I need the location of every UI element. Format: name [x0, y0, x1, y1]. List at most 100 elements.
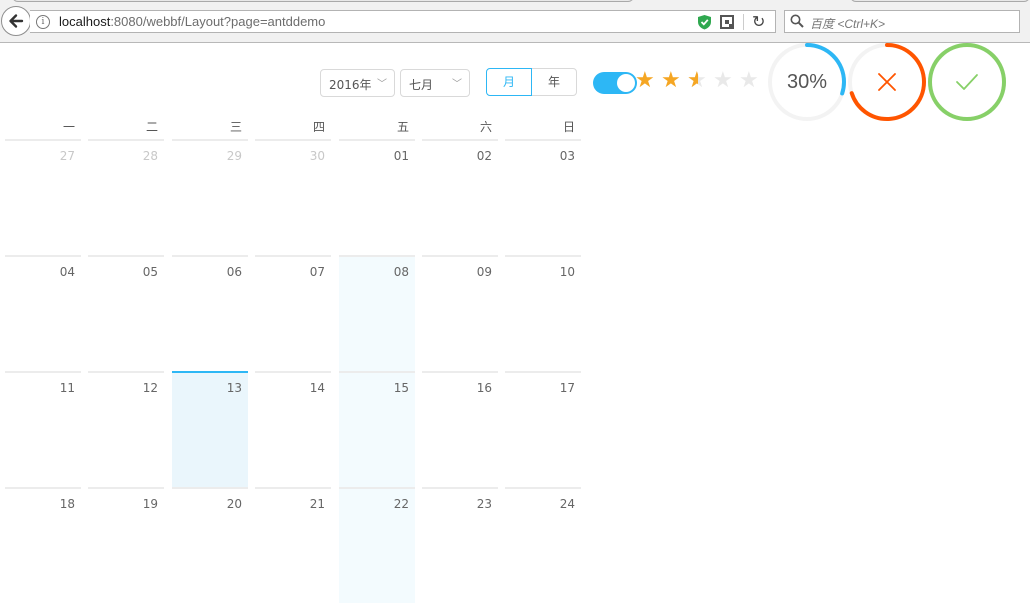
calendar-day-cell[interactable]: 18	[5, 487, 81, 603]
search-box[interactable]: 百度 <Ctrl+K>	[784, 10, 1020, 33]
close-icon	[878, 73, 896, 91]
mode-month-button[interactable]: 月	[486, 68, 532, 96]
calendar-day-number: 12	[142, 381, 158, 395]
calendar-day-number: 20	[226, 497, 242, 511]
browser-tab-edge[interactable]	[12, 0, 634, 2]
url-text[interactable]: localhost:8080/webbf/Layout?page=antddem…	[59, 14, 325, 29]
calendar-day-number: 24	[559, 497, 575, 511]
calendar-day-cell[interactable]: 11	[5, 371, 81, 487]
check-icon	[956, 74, 978, 90]
search-input-placeholder: 百度 <Ctrl+K>	[810, 17, 886, 31]
calendar-day-number: 01	[393, 149, 409, 163]
weekday-label: 二	[145, 120, 158, 134]
star-icon[interactable]: ★	[713, 70, 735, 92]
weekday-label: 日	[562, 120, 575, 134]
address-bar-divider	[743, 14, 744, 30]
calendar-day-number: 06	[226, 265, 242, 279]
calendar-day-cell[interactable]: 22	[339, 487, 415, 603]
calendar-day-cell[interactable]: 10	[505, 255, 581, 371]
qr-code-icon[interactable]	[720, 15, 734, 29]
calendar-day-cell[interactable]: 29	[172, 139, 248, 255]
mode-year-button[interactable]: 年	[531, 68, 577, 96]
progress-circle-normal: 30%	[767, 42, 847, 122]
calendar-day-cell[interactable]: 07	[255, 255, 331, 371]
toggle-knob	[617, 74, 635, 92]
chevron-down-icon: ﹀	[377, 79, 387, 90]
weekday-header: 一 二 三 四 五 六 日	[0, 118, 584, 138]
calendar-day-number: 22	[393, 497, 409, 511]
weekday-label: 一	[62, 120, 75, 134]
calendar-day-number: 30	[309, 149, 325, 163]
calendar-day-number: 07	[309, 265, 325, 279]
calendar-day-cell[interactable]: 09	[422, 255, 498, 371]
info-icon[interactable]: i	[36, 15, 50, 29]
calendar-day-cell[interactable]: 13	[172, 371, 248, 487]
calendar-day-cell[interactable]: 15	[339, 371, 415, 487]
calendar-day-number: 14	[309, 381, 325, 395]
month-select[interactable]: 七月 ﹀	[400, 69, 470, 97]
calendar-day-number: 09	[476, 265, 492, 279]
calendar-day-number: 15	[393, 381, 409, 395]
calendar-day-number: 27	[59, 149, 75, 163]
address-bar[interactable]: i localhost:8080/webbf/Layout?page=antdd…	[30, 10, 776, 33]
calendar-day-number: 05	[142, 265, 158, 279]
calendar-day-cell[interactable]: 02	[422, 139, 498, 255]
browser-tab-edge[interactable]	[850, 0, 1030, 2]
calendar-day-cell[interactable]: 17	[505, 371, 581, 487]
calendar-day-number: 18	[59, 497, 75, 511]
calendar-day-number: 28	[142, 149, 158, 163]
calendar-day-number: 23	[476, 497, 492, 511]
calendar-day-number: 19	[142, 497, 158, 511]
calendar-day-number: 13	[226, 381, 242, 395]
weekday-label: 四	[312, 120, 325, 134]
progress-ring	[928, 43, 1006, 121]
weekday-label: 三	[229, 120, 242, 134]
weekday-label: 五	[396, 120, 409, 134]
star-icon[interactable]: ★	[739, 70, 761, 92]
chevron-down-icon: ﹀	[452, 79, 462, 90]
progress-circle-exception	[847, 42, 927, 122]
calendar-day-number: 08	[393, 265, 409, 279]
calendar-day-cell[interactable]: 04	[5, 255, 81, 371]
calendar-day-cell[interactable]: 20	[172, 487, 248, 603]
calendar-day-cell[interactable]: 03	[505, 139, 581, 255]
reload-icon[interactable]: ↻	[752, 12, 765, 31]
calendar-day-cell[interactable]: 23	[422, 487, 498, 603]
calendar-day-number: 21	[309, 497, 325, 511]
search-icon	[790, 14, 804, 28]
calendar-day-cell[interactable]: 19	[88, 487, 164, 603]
calendar-day-cell[interactable]: 30	[255, 139, 331, 255]
toggle-switch[interactable]	[593, 72, 637, 94]
back-arrow-icon	[9, 14, 24, 28]
month-select-value: 七月	[409, 78, 434, 92]
calendar-day-cell[interactable]: 21	[255, 487, 331, 603]
star-icon[interactable]: ★	[635, 70, 657, 92]
calendar-day-cell[interactable]: 28	[88, 139, 164, 255]
calendar-day-cell[interactable]: 12	[88, 371, 164, 487]
star-icon[interactable]: ★	[661, 70, 683, 92]
calendar-day-number: 17	[559, 381, 575, 395]
star-half-icon[interactable]: ★ ★	[687, 70, 709, 92]
progress-ring	[848, 43, 926, 121]
calendar-day-number: 16	[476, 381, 492, 395]
calendar-day-cell[interactable]: 27	[5, 139, 81, 255]
calendar-day-number: 02	[476, 149, 492, 163]
calendar-day-number: 10	[559, 265, 575, 279]
calendar-day-cell[interactable]: 24	[505, 487, 581, 603]
calendar-day-cell[interactable]: 16	[422, 371, 498, 487]
shield-icon[interactable]	[697, 14, 712, 30]
browser-toolbar: i localhost:8080/webbf/Layout?page=antdd…	[0, 0, 1030, 43]
calendar-day-number: 29	[226, 149, 242, 163]
calendar-mode-switch: 月 年	[486, 68, 577, 96]
calendar-day-cell[interactable]: 01	[339, 139, 415, 255]
calendar-day-cell[interactable]: 14	[255, 371, 331, 487]
weekday-label: 六	[479, 120, 492, 134]
progress-circle-success	[927, 42, 1007, 122]
calendar-day-number: 03	[559, 149, 575, 163]
calendar-day-cell[interactable]: 05	[88, 255, 164, 371]
year-select[interactable]: 2016年 ﹀	[320, 69, 395, 97]
calendar-day-cell[interactable]: 06	[172, 255, 248, 371]
back-button[interactable]	[1, 6, 31, 36]
calendar-day-number: 04	[59, 265, 75, 279]
calendar-day-cell[interactable]: 08	[339, 255, 415, 371]
